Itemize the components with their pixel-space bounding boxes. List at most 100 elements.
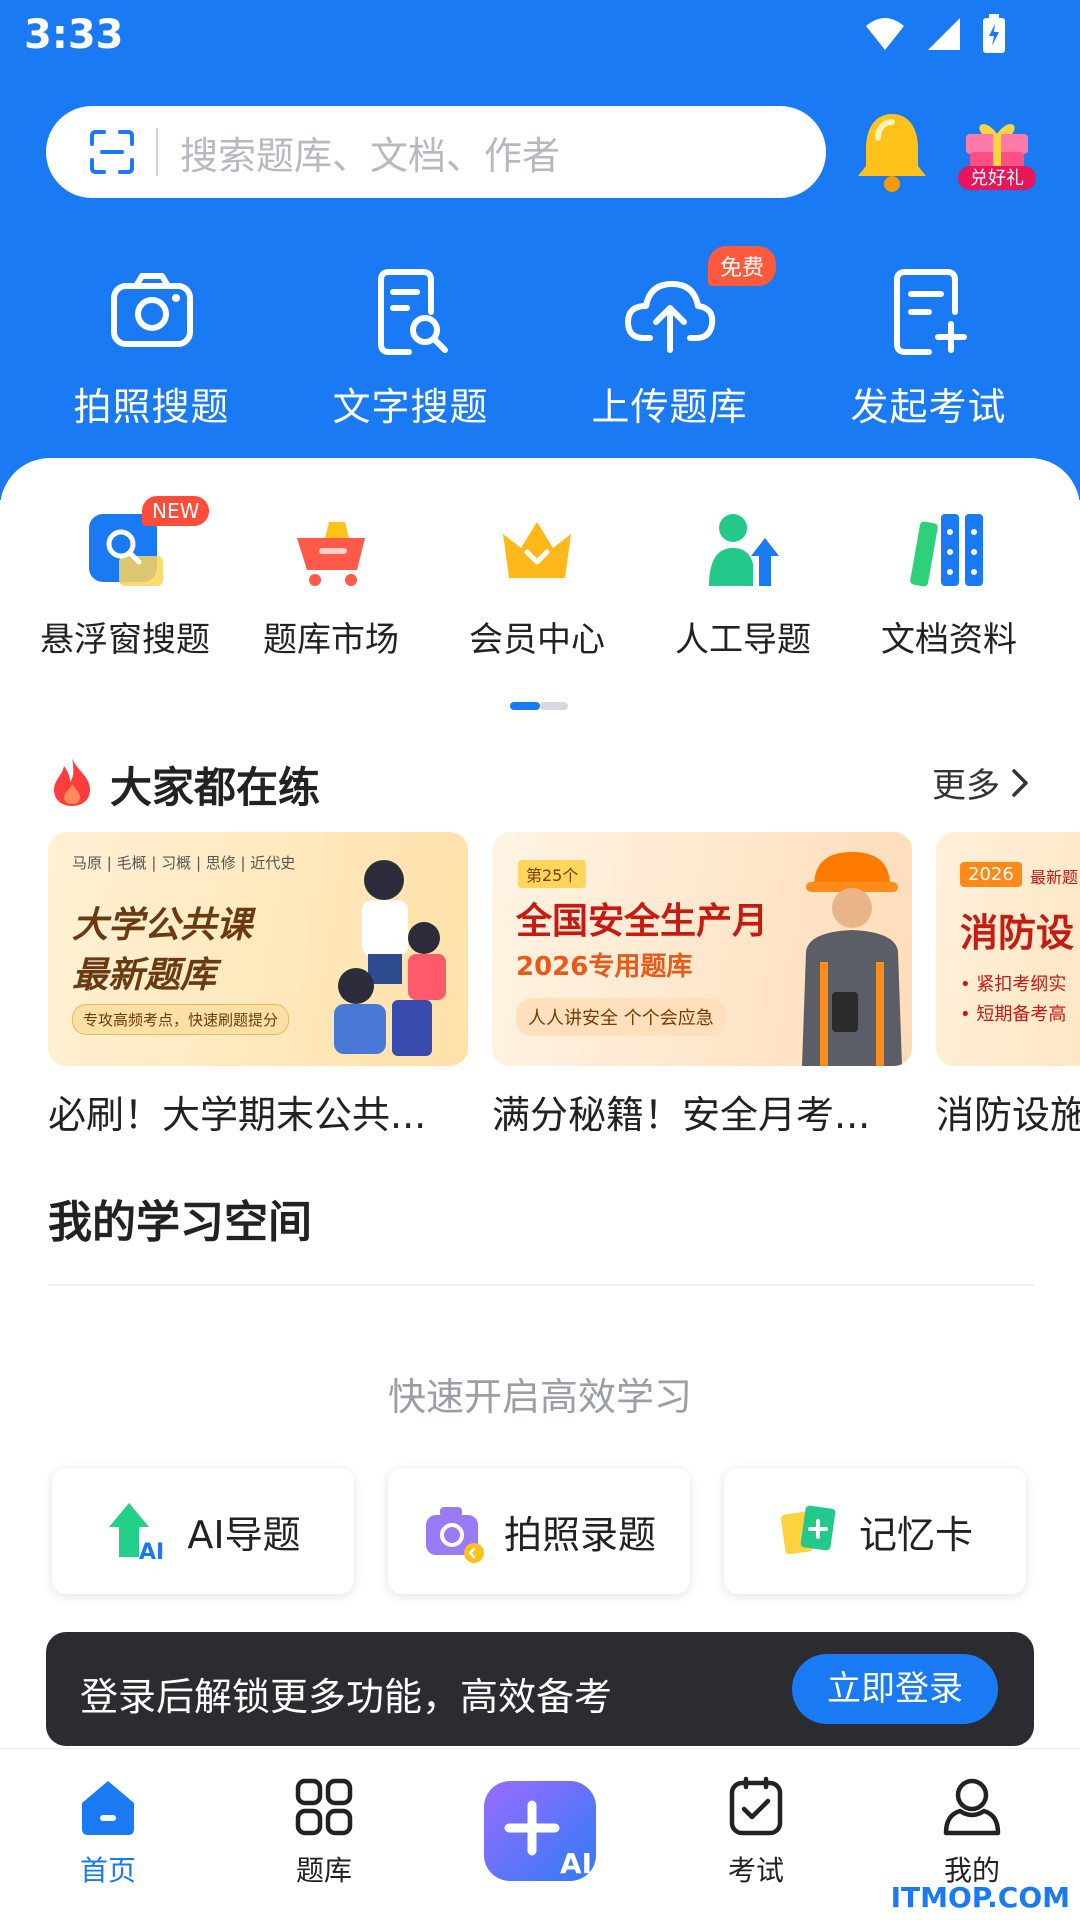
search-separator xyxy=(156,128,158,176)
search-row: 搜索题库、文档、作者 兑好礼 xyxy=(46,106,1046,198)
practice-card[interactable]: 第25个 全国安全生产月 2026专用题库 人人讲安全 个个会应急 满分秘籍！安… xyxy=(492,832,912,1139)
banner-tags: 马原 | 毛概 | 习概 | 思修 | 近代史 xyxy=(72,854,296,872)
ai-import-button[interactable]: AI AI导题 xyxy=(52,1468,354,1594)
practice-card[interactable]: 2026 最新题 消防设 • 紧扣考纲实 • 短期备考高 消防设施 xyxy=(936,832,1080,1139)
service-label: 会员中心 xyxy=(469,620,605,660)
service-float-search[interactable]: NEW 悬浮窗搜题 xyxy=(22,496,228,661)
ai-text: AI xyxy=(560,1847,592,1880)
camera-icon xyxy=(110,273,193,347)
memory-card-icon xyxy=(780,1505,836,1555)
crown-icon xyxy=(503,522,571,578)
wifi-icon xyxy=(866,18,904,50)
quick-photo-search[interactable]: 拍照搜题 xyxy=(22,262,281,432)
tab-exam[interactable]: 考试 xyxy=(696,1775,816,1889)
profile-icon xyxy=(943,1778,1001,1836)
service-label: 悬浮窗搜题 xyxy=(40,620,210,660)
service-label: 文档资料 xyxy=(881,620,1017,660)
study-button-label: 记忆卡 xyxy=(858,1512,973,1557)
main-panel: NEW 悬浮窗搜题 题库市场 会员中心 人工导题 文档资料 大家都在练 更多 马… xyxy=(0,458,1080,1748)
card-banner: 2026 最新题 消防设 • 紧扣考纲实 • 短期备考高 xyxy=(936,832,1080,1066)
gift-exchange-button[interactable]: 兑好礼 xyxy=(956,112,1038,196)
banner-tag: 2026 xyxy=(960,862,1022,887)
banner-sub: 专攻高频考点，快速刷题提分 xyxy=(72,1004,290,1035)
banner-bullet: • 短期备考高 xyxy=(960,1004,1067,1025)
camera-record-icon xyxy=(425,1507,484,1563)
study-hint: 快速开启高效学习 xyxy=(387,1375,692,1419)
service-label: 人工导题 xyxy=(675,620,811,660)
banner-sub: 人人讲安全 个个会应急 xyxy=(516,998,726,1036)
service-documents[interactable]: 文档资料 xyxy=(846,508,1052,661)
cloud-upload-icon xyxy=(624,281,715,353)
quick-label: 文字搜题 xyxy=(332,385,489,429)
practice-cards: 马原 | 毛概 | 习概 | 思修 | 近代史 大学公共课 最新题库 专攻高频考… xyxy=(48,832,1080,1142)
quick-label: 上传题库 xyxy=(591,385,748,429)
signal-icon xyxy=(928,18,960,50)
quick-upload-bank[interactable]: 免费 上传题库 xyxy=(540,246,799,432)
banner-tag: 第25个 xyxy=(518,860,587,888)
battery-icon xyxy=(983,14,1005,53)
tab-label: 首页 xyxy=(79,1854,136,1887)
practice-card[interactable]: 马原 | 毛概 | 习概 | 思修 | 近代史 大学公共课 最新题库 专攻高频考… xyxy=(48,832,468,1139)
home-icon xyxy=(82,1781,134,1835)
banner-tag-2: 最新题 xyxy=(1030,868,1079,887)
card-banner: 第25个 全国安全生产月 2026专用题库 人人讲安全 个个会应急 xyxy=(492,832,912,1066)
worker-illustration xyxy=(802,852,902,1066)
study-button-label: AI导题 xyxy=(187,1512,301,1557)
tab-profile[interactable]: 我的 xyxy=(912,1775,1032,1889)
login-button[interactable]: 立即登录 xyxy=(792,1654,998,1724)
banner-bullet: • 紧扣考纲实 xyxy=(960,974,1067,995)
banner-headline: 大学公共课 xyxy=(72,905,253,946)
bell-icon[interactable] xyxy=(852,108,932,194)
text-search-icon xyxy=(377,269,448,355)
service-grid: NEW 悬浮窗搜题 题库市场 会员中心 人工导题 文档资料 xyxy=(0,496,1080,661)
tab-ai-create[interactable]: AI xyxy=(482,1779,598,1883)
add-exam-icon xyxy=(893,269,967,355)
ai-upload-icon: AI xyxy=(109,1503,165,1563)
grid-icon xyxy=(295,1778,353,1836)
status-bar: 3:33 xyxy=(0,0,1080,76)
free-badge: 免费 xyxy=(708,246,777,286)
card-title: 消防设施 xyxy=(936,1093,1080,1137)
tab-label: 题库 xyxy=(295,1854,352,1887)
practice-section-header: 大家都在练 更多 xyxy=(50,750,1030,812)
search-input[interactable]: 搜索题库、文档、作者 xyxy=(46,106,826,198)
memory-card-button[interactable]: 记忆卡 xyxy=(724,1468,1026,1594)
banner-headline: 消防设 xyxy=(960,911,1075,955)
page-dot-active xyxy=(510,702,540,710)
divider xyxy=(48,1284,1034,1286)
person-upload-icon xyxy=(709,514,779,586)
page-indicator xyxy=(510,702,568,710)
service-member-center[interactable]: 会员中心 xyxy=(434,508,640,661)
banner-headline: 2026专用题库 xyxy=(516,952,693,982)
study-button-label: 拍照录题 xyxy=(503,1512,656,1557)
students-illustration xyxy=(334,860,446,1056)
fire-icon xyxy=(54,758,90,806)
card-title: 必刷！大学期末公共... xyxy=(48,1093,427,1137)
new-badge: NEW xyxy=(142,496,210,526)
status-icons xyxy=(864,14,1006,54)
quick-start-exam[interactable]: 发起考试 xyxy=(799,262,1058,432)
quick-label: 发起考试 xyxy=(850,385,1007,429)
service-manual-import[interactable]: 人工导题 xyxy=(640,508,846,661)
service-bank-market[interactable]: 题库市场 xyxy=(228,508,434,661)
cart-icon xyxy=(297,522,365,586)
more-link[interactable]: 更多 xyxy=(932,758,1030,807)
card-title: 满分秘籍！安全月考... xyxy=(492,1093,871,1137)
card-banner: 马原 | 毛概 | 习概 | 思修 | 近代史 大学公共课 最新题库 专攻高频考… xyxy=(48,832,468,1066)
tab-home[interactable]: 首页 xyxy=(48,1775,168,1889)
scan-icon[interactable] xyxy=(88,128,136,176)
tab-question-bank[interactable]: 题库 xyxy=(264,1775,384,1889)
service-label: 题库市场 xyxy=(263,620,399,660)
study-space-title: 我的学习空间 xyxy=(48,1197,312,1248)
chevron-right-icon xyxy=(1012,768,1028,797)
exam-icon xyxy=(729,1776,783,1836)
study-actions: AI AI导题 拍照录题 记忆卡 xyxy=(52,1468,1028,1594)
gift-label: 兑好礼 xyxy=(970,168,1024,189)
photo-record-button[interactable]: 拍照录题 xyxy=(388,1468,690,1594)
page-dot xyxy=(540,702,568,710)
status-time: 3:33 xyxy=(24,12,124,58)
quick-label: 拍照搜题 xyxy=(73,385,230,429)
books-icon xyxy=(910,514,983,587)
quick-text-search[interactable]: 文字搜题 xyxy=(281,262,540,432)
banner-headline: 全国安全生产月 xyxy=(516,901,769,942)
